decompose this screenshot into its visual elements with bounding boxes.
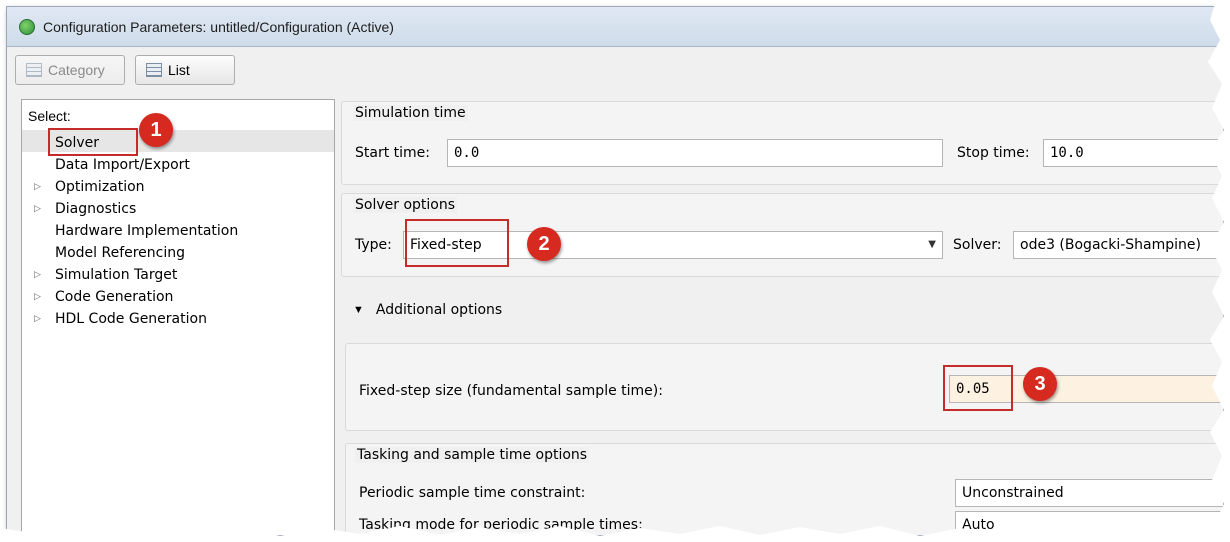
callout-badge-1: 1 (139, 113, 173, 147)
solver-dropdown[interactable]: ode3 (Bogacki-Shampine) (1013, 231, 1223, 259)
list-icon (146, 63, 162, 77)
window-title: Configuration Parameters: untitled/Confi… (43, 18, 394, 35)
periodic-constraint-value: Unconstrained (962, 485, 1064, 501)
category-view-button[interactable]: Category (15, 55, 125, 85)
dropdown-arrow-icon: ▼ (928, 239, 936, 250)
fixed-step-size-label: Fixed-step size (fundamental sample time… (359, 383, 663, 399)
expand-arrow-icon[interactable]: ▷ (34, 308, 41, 330)
type-label: Type: (355, 237, 392, 253)
start-time-label: Start time: (355, 145, 430, 161)
solver-label: Solver: (953, 237, 1002, 253)
tree-item-label: Optimization (55, 179, 145, 195)
start-time-input[interactable]: 0.0 (447, 139, 943, 167)
expand-arrow-icon[interactable]: ▷ (34, 198, 41, 220)
category-label: Category (48, 62, 105, 78)
tasking-mode-dropdown[interactable]: Auto (955, 511, 1223, 535)
select-label: Select: (28, 108, 71, 124)
expand-arrow-icon[interactable]: ▷ (34, 264, 41, 286)
stop-time-label: Stop time: (957, 145, 1030, 161)
stop-time-input[interactable]: 10.0 (1043, 139, 1223, 167)
tasking-title: Tasking and sample time options (355, 447, 590, 463)
tree-item-label: Model Referencing (55, 245, 186, 261)
type-callout-box (405, 219, 509, 267)
tree-item-label: Simulation Target (55, 267, 178, 283)
tree-item-label: Diagnostics (55, 201, 137, 217)
callout-badge-2: 2 (527, 227, 561, 261)
category-icon (26, 63, 42, 77)
category-tree: Select: Solver Data Import/Export ▷ Opti… (21, 99, 335, 535)
tree-item-label: Code Generation (55, 289, 174, 305)
tasking-mode-value: Auto (962, 517, 995, 533)
title-bar: Configuration Parameters: untitled/Confi… (7, 7, 1223, 47)
solver-options-title: Solver options (353, 197, 458, 213)
callout-badge-3: 3 (1023, 367, 1057, 401)
list-view-button[interactable]: List (135, 55, 235, 85)
tree-item-label: HDL Code Generation (55, 311, 207, 327)
solver-callout-box (48, 128, 138, 156)
fixed-step-callout-box (943, 365, 1013, 411)
expand-arrow-icon[interactable]: ▷ (34, 286, 41, 308)
tree-item-label: Data Import/Export (55, 157, 190, 173)
toolbar: Category List (7, 47, 1223, 95)
tasking-mode-label: Tasking mode for periodic sample times: (359, 517, 643, 533)
list-label: List (168, 62, 190, 78)
additional-options-toggle[interactable]: ▼ Additional options (353, 299, 502, 321)
additional-options-label: Additional options (375, 302, 503, 318)
tree-item-label: Hardware Implementation (55, 223, 239, 239)
solver-value: ode3 (Bogacki-Shampine) (1020, 237, 1201, 253)
configuration-parameters-window: Configuration Parameters: untitled/Confi… (6, 6, 1224, 536)
simulation-time-title: Simulation time (353, 105, 468, 121)
periodic-constraint-dropdown[interactable]: Unconstrained (955, 479, 1223, 507)
simulink-app-icon (19, 18, 35, 35)
expand-arrow-icon[interactable]: ▷ (34, 176, 41, 198)
collapse-triangle-icon: ▼ (353, 304, 364, 316)
periodic-constraint-label: Periodic sample time constraint: (359, 485, 586, 501)
